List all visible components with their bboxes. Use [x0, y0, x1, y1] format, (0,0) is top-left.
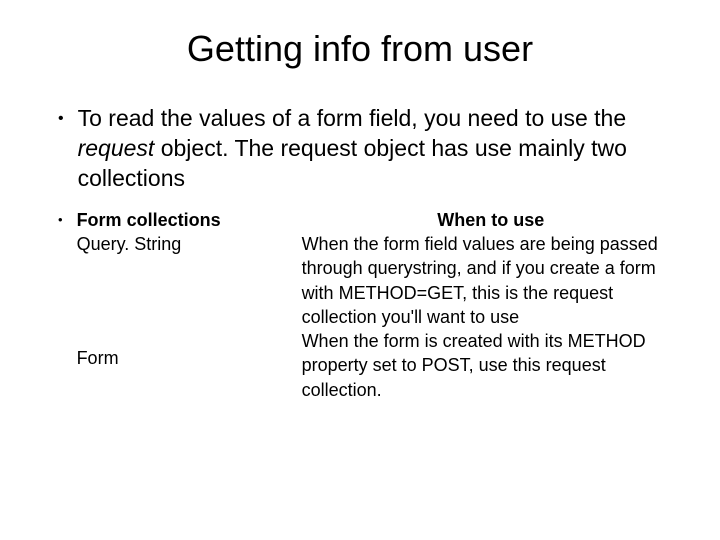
- row-name-querystring: Query. String: [77, 232, 302, 256]
- sub-bullet-dot: •: [58, 208, 63, 232]
- spacer: [77, 256, 302, 346]
- sub-content: Form collections Query. String Form When…: [77, 208, 680, 402]
- col-right: When to use When the form field values a…: [302, 208, 680, 402]
- sub-bullet: • Form collections Query. String Form Wh…: [40, 208, 680, 402]
- header-form-collections: Form collections: [77, 208, 302, 232]
- main-bullet-prefix: To read the values of a form field, you …: [78, 105, 627, 131]
- bullet-dot: •: [58, 104, 64, 134]
- main-bullet: • To read the values of a form field, yo…: [40, 104, 680, 194]
- row-name-form: Form: [77, 346, 302, 370]
- main-bullet-suffix: object. The request object has use mainl…: [78, 135, 627, 191]
- slide-title: Getting info from user: [40, 28, 680, 70]
- row-desc-form: When the form is created with its METHOD…: [302, 329, 680, 402]
- main-bullet-italic: request: [78, 135, 155, 161]
- col-left: Form collections Query. String Form: [77, 208, 302, 402]
- row-desc-querystring: When the form field values are being pas…: [302, 232, 680, 329]
- header-when-to-use: When to use: [302, 208, 680, 232]
- main-bullet-text: To read the values of a form field, you …: [78, 104, 680, 194]
